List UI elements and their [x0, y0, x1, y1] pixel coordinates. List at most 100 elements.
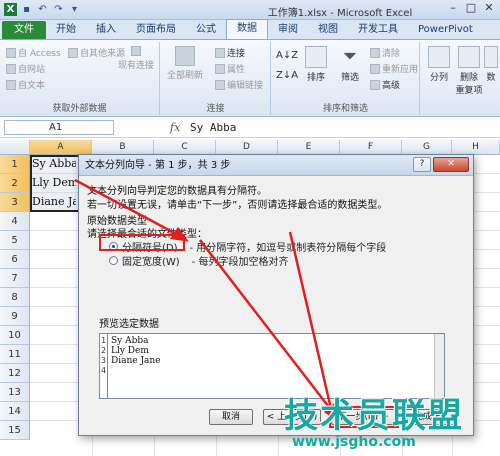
column-header-c[interactable]: C: [154, 140, 216, 155]
from-text-button[interactable]: 自文本: [6, 78, 45, 91]
connections-button[interactable]: 连接: [215, 46, 245, 59]
preview-line-number: 2: [101, 346, 106, 355]
column-header-e[interactable]: E: [278, 140, 340, 155]
dialog-title-buttons: ? ✕: [413, 157, 469, 172]
option-fixed-width[interactable]: 固定宽度(W) - 每列字段加空格对齐: [109, 253, 289, 268]
clear-icon: [370, 47, 380, 58]
row-header[interactable]: 10: [0, 326, 30, 345]
tab-file[interactable]: 文件: [2, 21, 46, 39]
sort-button[interactable]: 排序: [302, 46, 330, 83]
text-to-columns-icon: [428, 46, 450, 68]
row-header[interactable]: 9: [0, 307, 30, 326]
row-header[interactable]: 6: [0, 250, 30, 269]
data-validation-icon: [484, 46, 498, 68]
watermark-url: www.jsgho.com: [292, 434, 416, 450]
preview-line: Diane Jane: [111, 356, 161, 366]
watermark-logo: 技术员联盟: [284, 396, 464, 436]
from-web-button[interactable]: 自网站: [6, 62, 45, 75]
advanced-icon: [370, 79, 380, 90]
cell-a1[interactable]: Sy Abba: [32, 155, 76, 173]
row-header[interactable]: 1: [0, 155, 30, 174]
tab-powerpivot[interactable]: PowerPivot: [408, 21, 483, 39]
tab-developer[interactable]: 开发工具: [348, 21, 408, 39]
preview-line: Lly Dem: [111, 346, 149, 356]
name-box[interactable]: A1: [4, 120, 114, 135]
column-header-g[interactable]: G: [402, 140, 452, 155]
cell-a2[interactable]: Lly Dem: [32, 174, 76, 192]
sort-za-button[interactable]: Z↓A: [276, 70, 298, 81]
refresh-icon: [175, 46, 195, 66]
column-header-f[interactable]: F: [340, 140, 402, 155]
wizard-instruction-text: 若一切设置无误，请单击“下一步”，否则请选择最合适的数据类型。: [87, 200, 388, 211]
delimited-highlight-box: [99, 234, 185, 251]
delimited-description: - 用分隔字符，如逗号或制表符分隔每个字段: [189, 243, 387, 254]
group-label-sort-filter: 排序和筛选: [322, 104, 368, 114]
row-header[interactable]: 2: [0, 174, 30, 193]
tab-insert[interactable]: 插入: [86, 21, 126, 39]
cell-a3[interactable]: Diane Ja: [32, 193, 76, 211]
existing-connections-button[interactable]: 现有连接: [118, 46, 154, 71]
select-all-corner[interactable]: [0, 140, 30, 155]
preview-line: [111, 366, 161, 376]
remove-duplicates-icon: [458, 46, 480, 68]
preview-line-number: 3: [101, 356, 106, 365]
edit-links-icon: [215, 79, 225, 90]
web-icon: [6, 63, 16, 74]
preview-label: 预览选定数据: [99, 319, 159, 330]
column-header-a[interactable]: A: [30, 140, 92, 155]
row-header[interactable]: 3: [0, 193, 30, 212]
row-header[interactable]: 5: [0, 231, 30, 250]
maximize-button[interactable]: □: [462, 1, 480, 17]
properties-button[interactable]: 属性: [215, 62, 245, 75]
filter-button[interactable]: ⏷ 筛选: [336, 46, 364, 83]
tab-view[interactable]: 视图: [308, 21, 348, 39]
formula-bar: A1 fx Sy Abba: [0, 118, 500, 138]
sort-za-icon: Z↓A: [276, 70, 299, 81]
insert-function-icon[interactable]: fx: [170, 121, 180, 134]
edit-links-button[interactable]: 编辑链接: [215, 78, 263, 91]
column-header-b[interactable]: B: [92, 140, 154, 155]
row-header[interactable]: 13: [0, 383, 30, 402]
preview-line-number: 4: [101, 366, 106, 375]
existing-connections-icon: [131, 46, 141, 56]
row-header[interactable]: 4: [0, 212, 30, 231]
preview-line: Sy Abba: [111, 336, 149, 346]
minimize-button[interactable]: –: [444, 1, 462, 17]
row-header[interactable]: 11: [0, 345, 30, 364]
text-file-icon: [6, 79, 16, 90]
formula-input[interactable]: Sy Abba: [190, 121, 236, 134]
from-access-button[interactable]: 自 Access: [6, 46, 61, 59]
row-header[interactable]: 15: [0, 421, 30, 440]
data-validation-button[interactable]: 数: [483, 46, 499, 83]
tab-home[interactable]: 开始: [46, 21, 86, 39]
sort-az-icon: A↓Z: [276, 50, 299, 61]
filter-funnel-icon: ⏷: [342, 46, 358, 67]
tab-page-layout[interactable]: 页面布局: [126, 21, 186, 39]
column-header-h[interactable]: H: [452, 140, 500, 155]
sort-az-button[interactable]: A↓Z: [276, 50, 298, 61]
refresh-all-button[interactable]: 全部刷新: [167, 46, 203, 81]
ribbon-tabs: 文件 开始 插入 页面布局 公式 数据 审阅 视图 开发工具 PowerPivo…: [0, 19, 500, 40]
ribbon: 自 Access 自网站 自文本 自其他来源 现有连接 获取外部数据 全部刷新 …: [0, 40, 500, 117]
row-header[interactable]: 8: [0, 288, 30, 307]
close-button[interactable]: ✕: [480, 1, 498, 17]
row-header[interactable]: 12: [0, 364, 30, 383]
help-button[interactable]: ?: [413, 157, 431, 172]
dialog-close-button[interactable]: ✕: [433, 157, 469, 172]
clear-filter-button[interactable]: 清除: [370, 46, 400, 59]
from-other-sources-button[interactable]: 自其他来源: [68, 46, 125, 59]
cancel-button[interactable]: 取消: [209, 409, 253, 425]
tab-data[interactable]: 数据: [226, 19, 268, 39]
window-title: 工作簿1.xlsx - Microsoft Excel: [267, 8, 413, 19]
row-header[interactable]: 14: [0, 402, 30, 421]
wizard-intro-text: 文本分列向导判定您的数据具有分隔符。: [87, 186, 267, 197]
column-header-d[interactable]: D: [216, 140, 278, 155]
advanced-filter-button[interactable]: 高级: [370, 78, 400, 91]
reapply-button[interactable]: 重新应用: [370, 62, 418, 75]
fixed-width-radio[interactable]: [109, 256, 118, 265]
tab-formulas[interactable]: 公式: [186, 21, 226, 39]
row-header[interactable]: 7: [0, 269, 30, 288]
remove-duplicates-button[interactable]: 删除 重复项: [455, 46, 483, 96]
text-to-columns-button[interactable]: 分列: [425, 46, 453, 83]
tab-review[interactable]: 审阅: [268, 21, 308, 39]
